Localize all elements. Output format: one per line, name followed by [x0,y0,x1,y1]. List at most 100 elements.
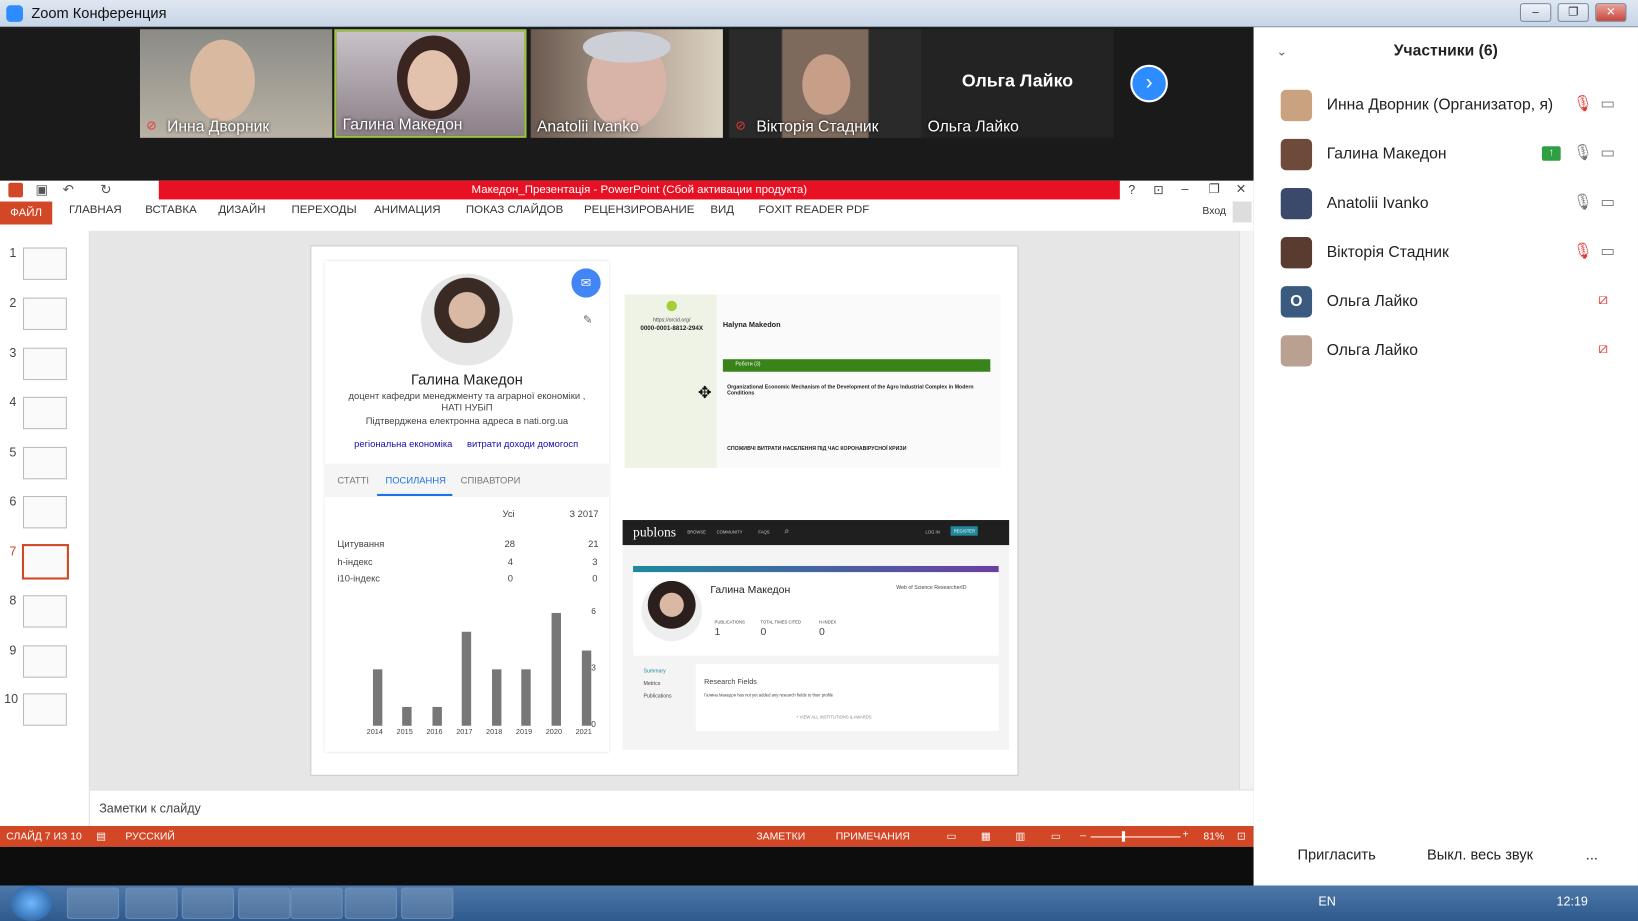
video-camera-icon[interactable]: ▭ [1600,94,1615,113]
slide-thumbnail[interactable] [22,347,67,381]
slide-thumbnail[interactable] [22,693,67,726]
chart-bar[interactable] [461,631,472,726]
video-off-icon[interactable]: ⧄ [1598,290,1608,308]
tab-articles[interactable]: СТАТТІ [337,475,369,485]
publons-nav[interactable]: FAQS [758,529,769,534]
tab-animations[interactable]: АНИМАЦИЯ [374,204,441,217]
vertical-scrollbar[interactable] [1238,230,1254,790]
chrome-taskbar-icon[interactable] [125,887,178,919]
maximize-button[interactable]: ❐ [1557,3,1589,22]
tab-coauthors[interactable]: СПІВАВТОРИ [461,475,521,485]
video-tile-active[interactable]: Галина Македон [334,29,527,138]
explorer-taskbar-icon[interactable] [66,887,120,919]
zoom-slider-handle[interactable] [1121,831,1126,842]
slide-thumbnail[interactable] [22,247,67,280]
tab-review[interactable]: РЕЦЕНЗИРОВАНИЕ [584,204,695,217]
chart-bar[interactable] [432,706,442,726]
chart-bar[interactable] [491,669,502,726]
publons-login[interactable]: LOG IN [926,529,940,534]
signin-link[interactable]: Вход [1202,206,1226,217]
participant-row[interactable]: Галина Македон ↑ 🎙︎ ▭ [1280,136,1626,178]
word-taskbar-icon[interactable] [344,887,397,919]
email-icon[interactable]: ✉ [571,268,601,298]
view-all-link[interactable]: + VIEW ALL INSTITUTIONS & AWARDS [796,714,872,719]
spellcheck-icon[interactable]: ▤ [96,831,106,842]
zoom-slider[interactable] [1090,836,1181,838]
chart-bar[interactable] [551,612,561,726]
undo-icon[interactable]: ↶ [63,182,74,199]
tab-slideshow[interactable]: ПОКАЗ СЛАЙДОВ [466,204,563,217]
ppt-close-button[interactable]: ✕ [1236,182,1247,197]
minimize-button[interactable]: – [1519,3,1552,22]
slide-thumbnail[interactable] [22,645,67,678]
chart-bar[interactable] [402,706,412,726]
start-button-icon[interactable] [10,885,53,921]
tab-transitions[interactable]: ПЕРЕХОДЫ [291,204,356,217]
slide-thumbnail[interactable] [22,297,67,330]
participant-row[interactable]: О Ольга Лайко ⧄ [1280,283,1626,325]
chart-bar[interactable] [581,650,591,726]
ppt-minimize-button[interactable]: – [1181,182,1188,197]
next-page-arrow-icon[interactable]: › [1130,64,1168,103]
viber-taskbar-icon[interactable] [238,887,291,919]
tab-home[interactable]: ГЛАВНАЯ [69,204,122,217]
video-tile[interactable]: ⊘ Инна Дворник [139,29,333,138]
mic-icon[interactable]: 🎙︎ [1573,192,1593,211]
muted-mic-icon[interactable]: 🎙︎ [1573,94,1593,113]
clock[interactable]: 12:19 [1557,894,1588,909]
keyboard-language[interactable]: EN [1318,894,1335,909]
zoom-out-icon[interactable]: – [1080,830,1086,841]
publons-nav[interactable]: COMMUNITY [717,529,743,534]
participant-row[interactable]: Вікторія Стадник 🎙︎ ▭ [1280,234,1626,276]
powerpoint-taskbar-icon[interactable] [181,887,234,919]
zoom-level[interactable]: 81% [1203,831,1224,842]
tab-foxit[interactable]: FOXIT READER PDF [758,204,869,217]
window-taskbar-icon[interactable] [401,887,454,919]
ppt-restore-button[interactable]: ❐ [1209,182,1220,197]
publons-menu-item[interactable]: Publications [643,693,671,699]
user-avatar-icon[interactable] [1232,201,1252,223]
participant-row[interactable]: Anatolii Ivanko 🎙︎ ▭ [1280,185,1626,227]
search-icon[interactable]: ⌕ [785,526,790,536]
publons-register[interactable]: REGISTER [950,526,979,536]
interest-link[interactable]: витрати доходи домогосп [467,439,578,449]
video-camera-icon[interactable]: ▭ [1600,241,1615,260]
tab-insert[interactable]: ВСТАВКА [145,204,197,217]
video-camera-icon[interactable]: ▭ [1600,192,1615,211]
file-tab[interactable]: ФАЙЛ [0,201,53,225]
video-tile[interactable]: Anatolii Ivanko [530,29,723,138]
interest-link[interactable]: регіональна економіка [354,439,452,449]
slide-thumbnail[interactable] [22,446,67,480]
invite-button[interactable]: Пригласить [1291,842,1382,867]
tab-design[interactable]: ДИЗАЙН [218,204,265,217]
zoom-in-icon[interactable]: + [1183,829,1189,840]
chart-bar[interactable] [372,669,382,726]
more-button[interactable]: ... [1579,842,1604,867]
reading-view-icon[interactable]: ▥ [1015,831,1025,842]
mute-all-button[interactable]: Выкл. весь звук [1421,842,1540,867]
current-slide[interactable]: ✉ ✎ Галина Македон доцент кафедри менедж… [310,245,1019,776]
slide-thumbnail-current[interactable] [21,544,69,580]
ribbon-display-icon[interactable]: ⊡ [1153,183,1164,198]
slide-thumbnail[interactable] [22,595,67,628]
notes-toggle[interactable]: ЗАМЕТКИ [756,831,805,842]
video-camera-icon[interactable]: ▭ [1600,143,1615,162]
chart-bar[interactable] [521,669,532,726]
publons-nav[interactable]: BROWSE [687,529,706,534]
tab-view[interactable]: ВИД [710,204,734,217]
edit-icon[interactable]: ✎ [583,313,593,327]
notes-pane[interactable]: Заметки к слайду [89,789,1254,826]
normal-view-icon[interactable]: ▭ [946,831,956,842]
video-tile[interactable]: Ольга Лайко Ольга Лайко [921,29,1114,138]
publons-menu-item[interactable]: Metrics [643,681,660,687]
video-tile[interactable]: ⊘ Вікторія Стадник [729,29,922,138]
save-icon[interactable]: ▣ [36,182,49,199]
redo-icon[interactable]: ↻ [100,182,111,199]
help-icon[interactable]: ? [1128,183,1135,198]
slide-thumbnail[interactable] [22,496,67,529]
slide-thumbnail[interactable] [22,396,67,430]
muted-mic-icon[interactable]: 🎙︎ [1573,241,1593,260]
participant-row[interactable]: Инна Дворник (Организатор, я) 🎙︎ ▭ [1280,87,1626,129]
zoom-taskbar-icon[interactable] [290,887,343,919]
video-off-icon[interactable]: ⧄ [1598,339,1608,357]
